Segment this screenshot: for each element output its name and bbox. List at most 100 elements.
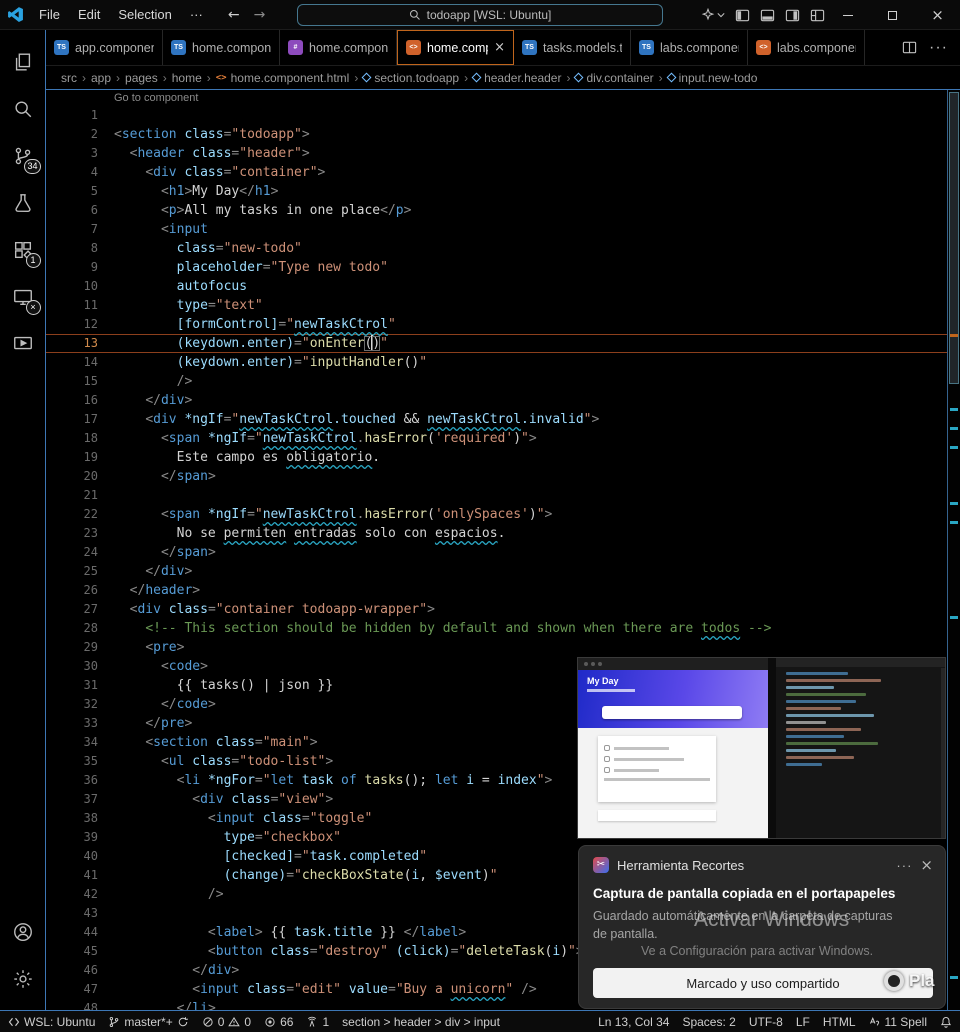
breadcrumb-item-home-component-html[interactable]: <> home.component.html xyxy=(216,71,350,85)
code-line-22[interactable]: 22 <span *ngIf="newTaskCtrol.hasError('o… xyxy=(46,505,960,524)
indentation[interactable]: Spaces: 2 xyxy=(682,1015,735,1029)
code-line-1[interactable]: 1 xyxy=(46,106,960,125)
menu-edit[interactable]: Edit xyxy=(69,0,109,29)
code-line-26[interactable]: 26 </header> xyxy=(46,581,960,600)
tab-labs-componen-6[interactable]: <> labs.componen xyxy=(748,30,865,65)
code-line-8[interactable]: 8 class="new-todo" xyxy=(46,239,960,258)
remote-indicator[interactable]: WSL: Ubuntu xyxy=(8,1015,95,1029)
sidebar-item-remote-explorer[interactable]: × xyxy=(0,273,46,320)
breadcrumb-item-div-container[interactable]: div.container xyxy=(574,71,654,85)
settings-button[interactable] xyxy=(0,955,46,1002)
code-line-4[interactable]: 4 <div class="container"> xyxy=(46,163,960,182)
sidebar-item-explorer[interactable] xyxy=(0,38,46,85)
copilot-icon[interactable] xyxy=(701,8,725,22)
encoding[interactable]: UTF-8 xyxy=(749,1015,783,1029)
notification-more-icon[interactable]: ··· xyxy=(896,858,912,873)
breadcrumb-item-src[interactable]: src xyxy=(61,71,77,85)
code-line-20[interactable]: 20 </span> xyxy=(46,467,960,486)
git-branch-status[interactable]: master*+ xyxy=(108,1015,188,1029)
code-line-9[interactable]: 9 placeholder="Type new todo" xyxy=(46,258,960,277)
notification-close-icon[interactable]: × xyxy=(920,856,933,874)
minimize-button[interactable] xyxy=(825,0,870,30)
line-number: 3 xyxy=(90,146,98,160)
codelens-go-to-component[interactable]: Go to component xyxy=(46,90,960,106)
tab-labs-component-5[interactable]: TS labs.component xyxy=(631,30,748,65)
breadcrumb-item-input-new-todo[interactable]: input.new-todo xyxy=(666,71,757,85)
maximize-button[interactable] xyxy=(870,0,915,30)
code-line-18[interactable]: 18 <span *ngIf="newTaskCtrol.hasError('r… xyxy=(46,429,960,448)
language-mode[interactable]: HTML xyxy=(823,1015,856,1029)
code-line-6[interactable]: 6 <p>All my tasks in one place</p> xyxy=(46,201,960,220)
code-line-29[interactable]: 29 <pre> xyxy=(46,638,960,657)
forward-arrow-icon[interactable]: → xyxy=(254,7,266,23)
ports-status[interactable]: 1 xyxy=(306,1015,329,1029)
menu-file[interactable]: File xyxy=(30,0,69,29)
code-line-11[interactable]: 11 type="text" xyxy=(46,296,960,315)
accounts-button[interactable] xyxy=(0,908,46,955)
code-line-16[interactable]: 16 </div> xyxy=(46,391,960,410)
tab-home-compone-1[interactable]: TS home.compone xyxy=(163,30,280,65)
code-line-7[interactable]: 7 <input xyxy=(46,220,960,239)
metric-status[interactable]: 66 xyxy=(264,1015,293,1029)
code-line-5[interactable]: 5 <h1>My Day</h1> xyxy=(46,182,960,201)
breadcrumb-item-section-todoapp[interactable]: section.todoapp xyxy=(361,71,459,85)
gear-icon xyxy=(13,969,32,988)
close-button[interactable]: × xyxy=(915,0,960,30)
element-path-status[interactable]: section > header > div > input xyxy=(342,1015,500,1029)
toggle-sidebar-icon[interactable] xyxy=(735,8,750,23)
toggle-panel-icon[interactable] xyxy=(760,8,775,23)
code-line-12[interactable]: 12 [formControl]="newTaskCtrol" xyxy=(46,315,960,334)
sidebar-item-search[interactable] xyxy=(0,85,46,132)
code-line-27[interactable]: 27 <div class="container todoapp-wrapper… xyxy=(46,600,960,619)
tab-home-compone-3[interactable]: <> home.compone × xyxy=(397,30,514,65)
sidebar-item-testing[interactable] xyxy=(0,179,46,226)
sidebar-item-extensions[interactable]: 1 xyxy=(0,226,46,273)
code-line-15[interactable]: 15 /> xyxy=(46,372,960,391)
code-line-25[interactable]: 25 </div> xyxy=(46,562,960,581)
code-line-13[interactable]: 13 (keydown.enter)="onEnter()" xyxy=(46,334,960,353)
tab-close-icon[interactable]: × xyxy=(494,40,505,55)
eol-sequence[interactable]: LF xyxy=(796,1015,810,1029)
editor-scrollbar[interactable] xyxy=(947,90,960,1010)
tab-tasks-models-ts-4[interactable]: TS tasks.models.ts xyxy=(514,30,631,65)
sidebar-item-live-preview[interactable] xyxy=(0,320,46,367)
command-center-search[interactable]: todoapp [WSL: Ubuntu] xyxy=(297,4,663,26)
breadcrumb-item-header-header[interactable]: header.header xyxy=(471,71,561,85)
customize-layout-icon[interactable] xyxy=(810,8,825,23)
problems-status[interactable]: 0 0 xyxy=(202,1015,251,1029)
split-editor-icon[interactable] xyxy=(902,40,917,55)
line-number: 17 xyxy=(83,412,98,426)
breadcrumb-item-app[interactable]: app xyxy=(91,71,111,85)
line-number: 25 xyxy=(83,564,98,578)
menu-[interactable]: ··· xyxy=(181,0,212,29)
code-line-10[interactable]: 10 autofocus xyxy=(46,277,960,296)
html-file-icon: <> xyxy=(406,40,421,55)
code-line-28[interactable]: 28 <!-- This section should be hidden by… xyxy=(46,619,960,638)
breadcrumb-item-pages[interactable]: pages xyxy=(125,71,158,85)
markup-share-button[interactable]: Marcado y uso compartido xyxy=(593,968,933,998)
spell-checker-status[interactable]: 11 Spell xyxy=(869,1015,927,1029)
code-line-19[interactable]: 19 Este campo es obligatorio. xyxy=(46,448,960,467)
line-number: 29 xyxy=(83,640,98,654)
toggle-secondary-sidebar-icon[interactable] xyxy=(785,8,800,23)
cursor-position[interactable]: Ln 13, Col 34 xyxy=(598,1015,669,1029)
scrollbar-thumb[interactable] xyxy=(949,92,959,384)
back-arrow-icon[interactable]: ← xyxy=(228,7,240,23)
tab-home-compone-2[interactable]: # home.compone xyxy=(280,30,397,65)
line-number: 26 xyxy=(83,583,98,597)
tab-app-component-0[interactable]: TS app.component xyxy=(46,30,163,65)
breadcrumb-item-home[interactable]: home xyxy=(172,71,202,85)
code-line-24[interactable]: 24 </span> xyxy=(46,543,960,562)
code-line-3[interactable]: 3 <header class="header"> xyxy=(46,144,960,163)
menu-selection[interactable]: Selection xyxy=(109,0,180,29)
more-actions-icon[interactable]: ··· xyxy=(929,39,948,57)
sidebar-item-source-control[interactable]: 34 xyxy=(0,132,46,179)
notification-message: Captura de pantalla copiada en el portap… xyxy=(593,886,896,901)
code-line-21[interactable]: 21 xyxy=(46,486,960,505)
code-line-23[interactable]: 23 No se permiten entradas solo con espa… xyxy=(46,524,960,543)
code-line-2[interactable]: 2 <section class="todoapp"> xyxy=(46,125,960,144)
code-line-14[interactable]: 14 (keydown.enter)="inputHandler()" xyxy=(46,353,960,372)
code-line-17[interactable]: 17 <div *ngIf="newTaskCtrol.touched && n… xyxy=(46,410,960,429)
editor-preview xyxy=(768,658,945,838)
notifications-bell[interactable] xyxy=(940,1016,952,1028)
